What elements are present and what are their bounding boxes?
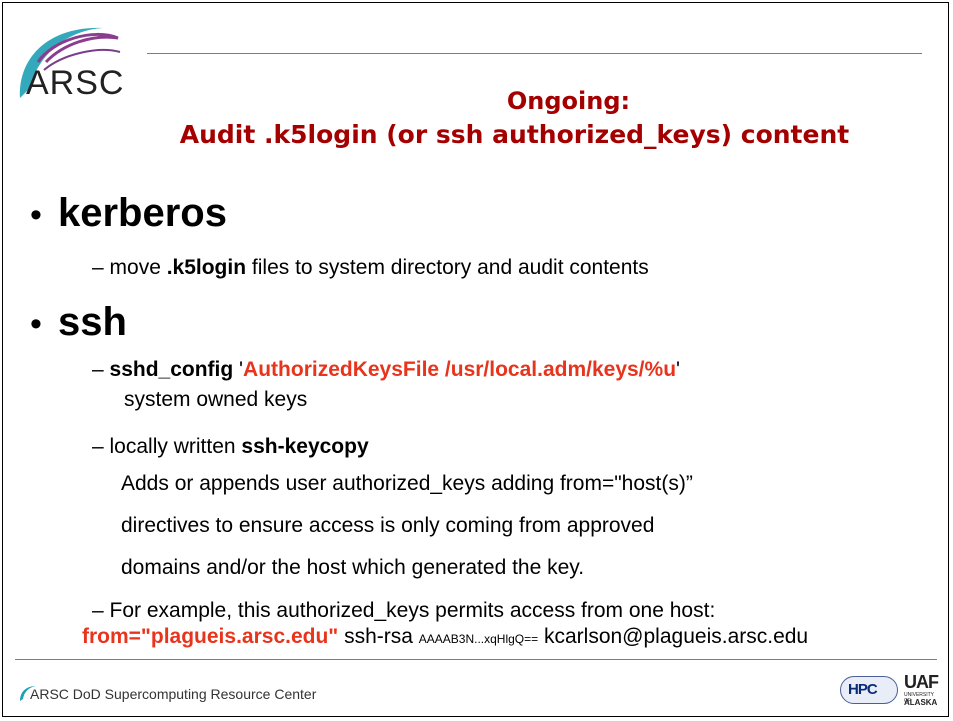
bullet-dot-icon: • [30,196,42,234]
slide-title-line1: Ongoing: [506,87,631,115]
bullet-ssh: • ssh [30,300,127,345]
hpc-logo-text: HPC [848,681,878,698]
sub-red: AuthorizedKeysFile /usr/local.adm/keys/%… [243,358,677,381]
ssh-sub-item-2-line1: Adds or appends user authorized_keys add… [121,472,693,495]
ssh-sub-item-2: – locally written ssh-keycopy [92,433,369,460]
sub-bold: .k5login [166,256,247,279]
example-red: from="plagueis.arsc.edu" [82,625,339,648]
footer-text: ARSC DoD Supercomputing Resource Center [30,686,317,702]
kerberos-sub-item: – move .k5login files to system director… [92,254,649,281]
header-divider [147,53,922,54]
uaf-logo: UAF UNIVERSITY OF ALASKA [904,672,940,710]
sub-bold: sshd_config [109,358,234,381]
example-small: AAAAB3N...xqHlgQ== [418,632,539,646]
uaf-logo-state: ALASKA [904,698,938,707]
example-text: kcarlson@plagueis.arsc.edu [538,625,809,648]
sub-text: ' [233,358,244,381]
bullet-label: kerberos [58,191,227,235]
en-dash-icon: – [92,599,110,622]
en-dash-icon: – [92,435,110,458]
en-dash-icon: – [92,256,110,279]
uaf-logo-text: UAF [904,672,939,692]
example-text: ssh-rsa [338,625,419,648]
sub-text: ' [676,358,681,381]
sub-text: files to system directory and audit cont… [246,256,649,279]
en-dash-icon: – [92,358,110,381]
bullet-dot-icon: • [30,305,42,343]
ssh-sub-item-1: – sshd_config 'AuthorizedKeysFile /usr/l… [92,356,680,383]
ssh-sub-item-3: – For example, this authorized_keys perm… [92,597,715,624]
ssh-sub-item-2-line2: directives to ensure access is only comi… [121,514,655,537]
ssh-example: from="plagueis.arsc.edu" ssh-rsa AAAAB3N… [82,623,808,650]
sub-text: move [109,256,167,279]
hpc-logo: HPC [840,676,898,704]
slide-title-line2: Audit .k5login (or ssh authorized_keys) … [179,120,850,149]
bullet-label: ssh [58,300,127,344]
sub-text: For example, this authorized_keys permit… [109,599,716,622]
sub-text: locally written [109,435,242,458]
sub-bold: ssh-keycopy [241,435,369,458]
ssh-sub-item-2-line3: domains and/or the host which generated … [121,556,585,579]
ssh-sub-item-1-cont: system owned keys [124,388,308,411]
footer-divider [15,659,937,660]
bullet-kerberos: • kerberos [30,191,227,236]
